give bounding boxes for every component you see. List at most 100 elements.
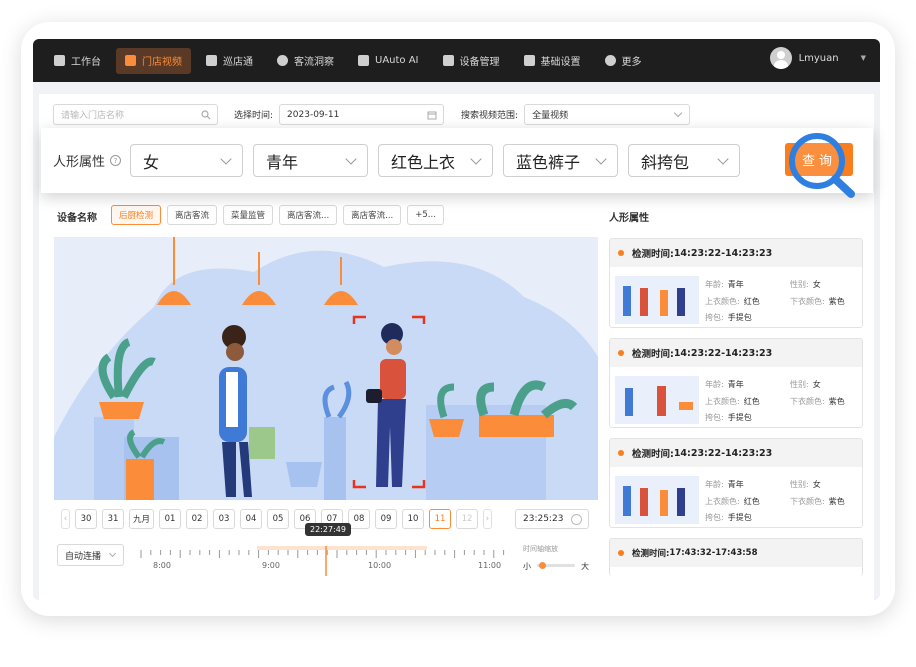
detection-card[interactable]: 检测时间: 14:23:22-14:23:23 年龄: 青年 性别: 女 上衣颜色: 红… bbox=[609, 438, 863, 528]
age-select[interactable]: 青年 bbox=[253, 144, 369, 177]
filter-label-text: 人形属性 bbox=[53, 155, 106, 170]
username: Lmyuan bbox=[798, 52, 839, 64]
detection-card[interactable]: 检测时间: 17:43:32-17:43:58 bbox=[609, 538, 863, 576]
select-value: 蓝色裤子 bbox=[516, 152, 581, 172]
detection-thumbnail[interactable] bbox=[615, 276, 699, 324]
time-value: 23:25:23 bbox=[523, 514, 564, 524]
gender-attr: 性别: 女 bbox=[790, 280, 821, 289]
device-chip[interactable]: 离店客流... bbox=[343, 205, 402, 225]
store-search-placeholder: 请输入门店名称 bbox=[61, 111, 125, 121]
nav-label: 门店视频 bbox=[142, 57, 182, 68]
range-select[interactable]: 全量视频 bbox=[524, 104, 691, 125]
tick-label: 8:00 bbox=[153, 561, 171, 570]
nav-traffic-insight[interactable]: 客流洞察 bbox=[268, 48, 343, 74]
range-label: 搜索视频范围: bbox=[461, 111, 519, 121]
chevron-down-icon bbox=[717, 152, 729, 165]
date-item[interactable]: 31 bbox=[102, 509, 124, 529]
date-item[interactable]: 09 bbox=[375, 509, 397, 529]
human-attribute-filter: 人形属性? 女 青年 红色上衣 蓝色裤子 斜挎包 查询 bbox=[41, 128, 873, 193]
zoom-small-label: 小 bbox=[523, 562, 531, 571]
status-dot bbox=[618, 250, 624, 256]
bag-select[interactable]: 斜挎包 bbox=[628, 144, 741, 177]
date-item[interactable]: 08 bbox=[348, 509, 370, 529]
date-label: 选择时间: bbox=[234, 111, 274, 121]
nav-basic-settings[interactable]: 基础设置 bbox=[515, 48, 590, 74]
nav-more[interactable]: 更多 bbox=[596, 48, 651, 74]
chevron-right-icon[interactable]: › bbox=[483, 509, 492, 529]
chevron-left-icon[interactable]: ‹ bbox=[61, 509, 70, 529]
detection-card[interactable]: 检测时间: 14:23:22-14:23:23 年龄: 青年 性别: 女 上衣颜色: 红… bbox=[609, 238, 863, 328]
nav-store-video[interactable]: 门店视频 bbox=[116, 47, 191, 74]
bottom-color-select[interactable]: 蓝色裤子 bbox=[503, 144, 619, 177]
date-item[interactable]: 02 bbox=[186, 509, 208, 529]
tick-label: 9:00 bbox=[262, 561, 280, 570]
nav-uauto-ai[interactable]: UAuto AI bbox=[349, 48, 428, 74]
zoom-slider[interactable] bbox=[537, 562, 575, 569]
people-icon bbox=[277, 55, 288, 66]
date-item[interactable]: 03 bbox=[213, 509, 235, 529]
top-color-select[interactable]: 红色上衣 bbox=[378, 144, 494, 177]
chevron-down-icon bbox=[345, 152, 357, 165]
video-player[interactable] bbox=[54, 237, 598, 500]
nav-label: 工作台 bbox=[71, 57, 101, 68]
date-item[interactable]: 01 bbox=[159, 509, 181, 529]
date-item-selected[interactable]: 11 bbox=[429, 509, 451, 529]
tick-label: 11:00 bbox=[478, 561, 502, 570]
date-item[interactable]: 30 bbox=[75, 509, 97, 529]
autoplay-select[interactable]: 自动连播 bbox=[57, 544, 124, 566]
nav-workbench[interactable]: 工作台 bbox=[45, 48, 110, 74]
bag-attr: 挎包: 手提包 bbox=[705, 413, 752, 422]
zoom-slider-handle[interactable] bbox=[539, 562, 546, 569]
status-dot bbox=[618, 550, 624, 556]
nav-store-patrol[interactable]: 巡店通 bbox=[197, 48, 262, 74]
gender-attr: 性别: 女 bbox=[790, 380, 821, 389]
detection-card[interactable]: 检测时间: 14:23:22-14:23:23 年龄: 青年 性别: 女 上衣颜色: 红… bbox=[609, 338, 863, 428]
device-chip[interactable]: 后厨检测 bbox=[111, 205, 162, 225]
chevron-down-icon bbox=[673, 108, 683, 118]
ai-icon bbox=[358, 55, 369, 66]
search-icon bbox=[201, 110, 211, 120]
bottom-color-attr: 下衣颜色: 紫色 bbox=[790, 497, 845, 506]
gender-select[interactable]: 女 bbox=[130, 144, 244, 177]
chevron-down-icon: ▼ bbox=[860, 54, 866, 62]
nav-label: 巡店通 bbox=[223, 57, 253, 68]
store-search-input[interactable]: 请输入门店名称 bbox=[53, 104, 218, 125]
top-navbar: 工作台 门店视频 巡店通 客流洞察 UAuto AI 设备管理 基础设置 更多 … bbox=[33, 39, 880, 82]
device-chip-more[interactable]: +5... bbox=[407, 205, 444, 225]
date-item[interactable]: 05 bbox=[267, 509, 289, 529]
time-label: 检测时间: bbox=[632, 449, 674, 460]
time-input[interactable]: 23:25:23 bbox=[515, 509, 589, 529]
more-icon bbox=[604, 55, 616, 66]
right-panel-title: 人形属性 bbox=[609, 213, 649, 224]
device-chip[interactable]: 离店客流 bbox=[167, 205, 218, 225]
nav-label: 基础设置 bbox=[540, 57, 581, 68]
device-chip[interactable]: 离店客流... bbox=[279, 205, 338, 225]
status-dot bbox=[618, 350, 624, 356]
status-dot bbox=[618, 450, 624, 456]
help-icon[interactable]: ? bbox=[110, 155, 122, 166]
date-picker[interactable]: 2023-09-11 bbox=[279, 104, 445, 125]
top-color-attr: 上衣颜色: 红色 bbox=[705, 297, 760, 306]
time-scale[interactable] bbox=[139, 546, 509, 576]
nav-label: UAuto AI bbox=[375, 55, 419, 66]
detection-thumbnail[interactable] bbox=[615, 476, 699, 524]
range-value: 全量视频 bbox=[532, 111, 569, 121]
device-chip[interactable]: 菜量监管 bbox=[223, 205, 274, 225]
time-label: 检测时间: bbox=[632, 549, 670, 559]
date-item[interactable]: 10 bbox=[402, 509, 424, 529]
time-label: 检测时间: bbox=[632, 249, 674, 260]
date-item[interactable]: 04 bbox=[240, 509, 262, 529]
detection-time: 14:23:22-14:23:23 bbox=[673, 347, 773, 359]
detection-thumbnail[interactable] bbox=[615, 376, 699, 424]
bag-attr: 挎包: 手提包 bbox=[705, 313, 752, 322]
user-menu[interactable]: Lmyuan ▼ bbox=[769, 47, 866, 69]
nav-device-management[interactable]: 设备管理 bbox=[434, 48, 509, 74]
tick-label: 10:00 bbox=[368, 561, 392, 570]
card-header: 检测时间: 14:23:22-14:23:23 bbox=[610, 339, 862, 367]
top-color-attr: 上衣颜色: 红色 bbox=[705, 497, 760, 506]
device-icon bbox=[442, 55, 454, 66]
filter-label: 人形属性? bbox=[53, 151, 122, 170]
calendar-icon bbox=[427, 111, 437, 120]
video-camera-icon bbox=[125, 55, 136, 66]
zoom-label: 时间轴缩放 bbox=[523, 545, 558, 553]
